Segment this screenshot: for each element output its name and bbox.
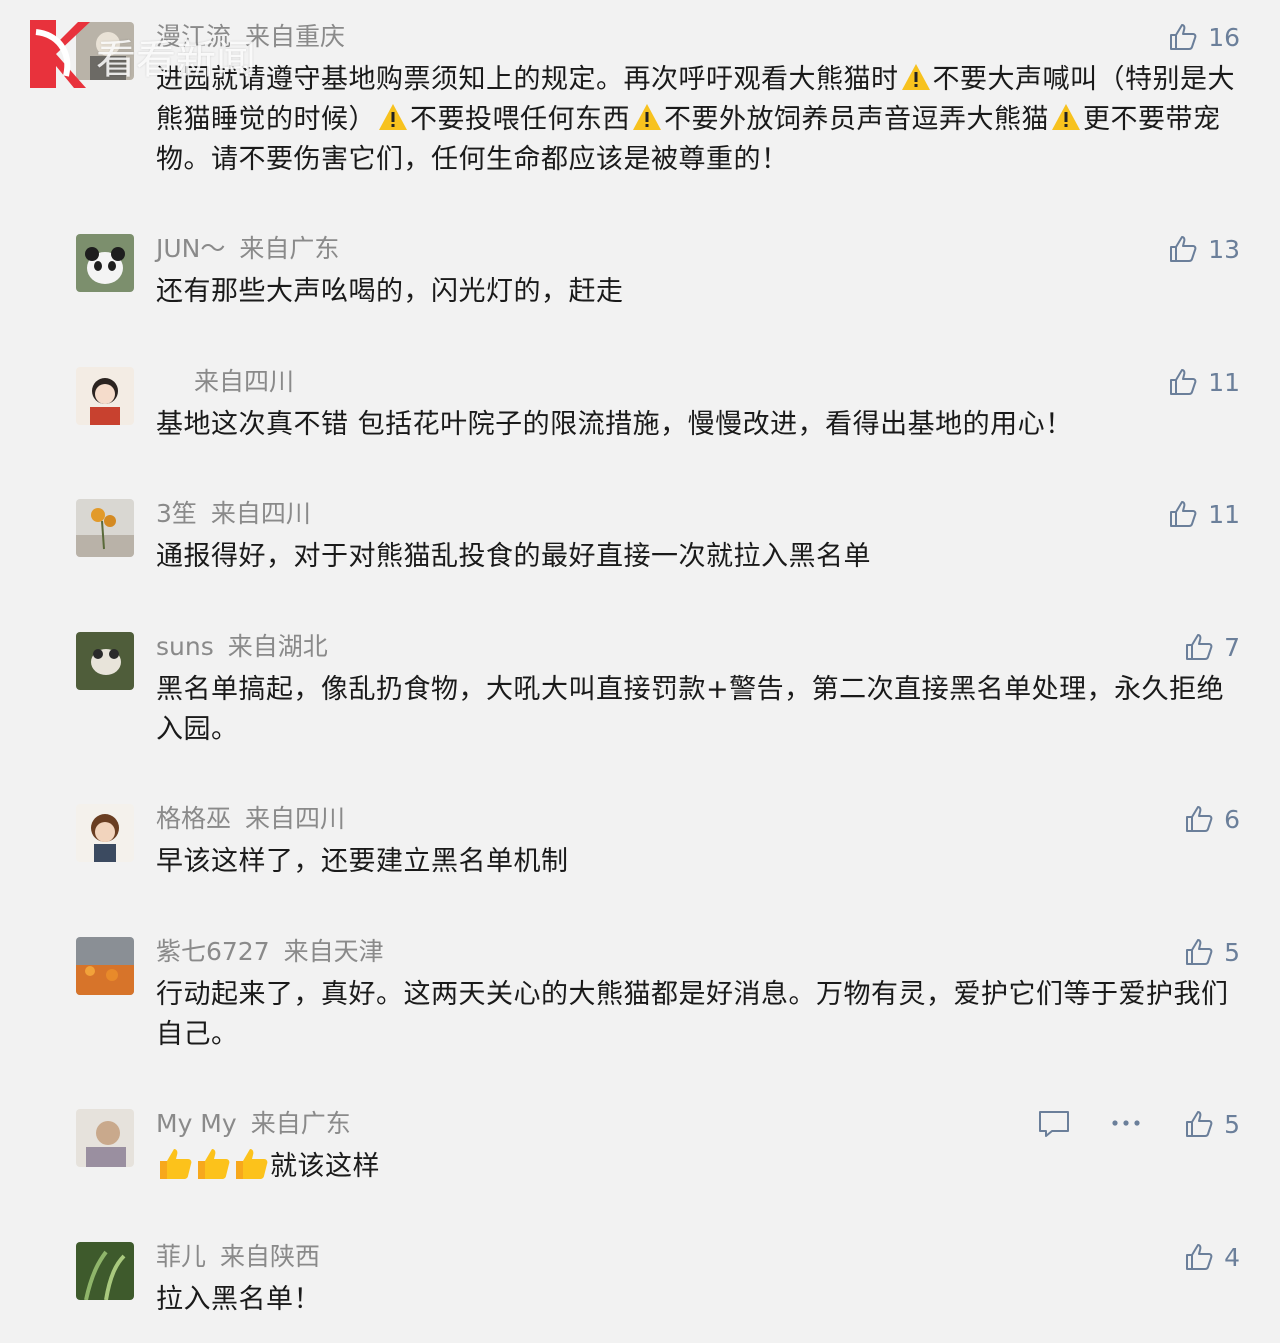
comment-meta: JUN～ 来自广东	[156, 232, 339, 266]
comment-text: 早该这样了，还要建立黑名单机制	[156, 846, 569, 877]
comment-text-part: 就该这样	[270, 1151, 380, 1182]
like-count: 16	[1208, 22, 1240, 52]
like-button[interactable]: 13	[1168, 232, 1240, 266]
thumbs-up-outline-icon	[1186, 634, 1213, 660]
thumbs-up-emoji	[160, 1149, 192, 1179]
comment-meta: 菲儿 来自陕西	[156, 1240, 320, 1274]
location: 来自重庆	[245, 22, 346, 51]
kankan-logo-icon	[30, 20, 90, 88]
comment-meta: 紫七6727 来自天津	[156, 935, 384, 969]
warning-icon	[633, 104, 661, 130]
watermark-text: 看看新闻	[96, 37, 256, 83]
like-button[interactable]: 7	[1184, 630, 1240, 664]
username[interactable]: 菲儿	[156, 1242, 206, 1271]
comment-text: 黑名单搞起，像乱扔食物，大吼大叫直接罚款+警告，第二次直接黑名单处理，永久拒绝入…	[156, 674, 1225, 745]
avatar[interactable]	[76, 937, 134, 995]
thumbs-up-outline-icon	[1186, 1244, 1213, 1270]
thumbs-up-outline-icon	[1170, 236, 1197, 262]
comment-text-part: 进园就请遵守基地购票须知上的规定。再次呼吁观看大熊猫时	[156, 64, 899, 95]
location: 来自四川	[245, 804, 346, 833]
warning-icon	[901, 64, 930, 90]
like-button[interactable]: 4	[1184, 1240, 1240, 1274]
warning-icon	[379, 104, 407, 130]
thumbs-up-emoji	[198, 1149, 230, 1179]
like-count: 7	[1224, 632, 1240, 662]
like-button[interactable]: 6	[1184, 802, 1240, 836]
thumbs-up-outline-icon	[1186, 939, 1213, 965]
like-count: 4	[1224, 1242, 1240, 1272]
username[interactable]: 3笙	[156, 499, 197, 528]
location: 来自四川	[194, 367, 295, 396]
username[interactable]: suns	[156, 632, 214, 661]
comment-meta: 3笙 来自四川	[156, 497, 311, 531]
comment-meta: My My 来自广东	[156, 1107, 351, 1141]
thumbs-up-outline-icon	[1186, 1111, 1213, 1137]
like-button[interactable]: 5	[1184, 935, 1240, 969]
location: 来自广东	[250, 1109, 351, 1138]
username[interactable]: 紫七6727	[156, 937, 270, 966]
thumbs-up-outline-icon	[1170, 501, 1197, 527]
comment-text: 就该这样	[156, 1147, 1251, 1187]
kankan-watermark: 看看新闻	[26, 14, 256, 94]
comment-text-part: 不要投喂任何东西	[410, 104, 630, 135]
comment-meta: 来自四川	[156, 365, 294, 399]
location: 来自天津	[283, 937, 384, 966]
comment-meta: suns 来自湖北	[156, 630, 328, 664]
location: 来自陕西	[220, 1242, 321, 1271]
location: 来自广东	[239, 234, 340, 263]
like-count: 5	[1224, 937, 1240, 967]
username[interactable]: My My	[156, 1109, 237, 1138]
like-count: 11	[1208, 367, 1240, 397]
like-button[interactable]: 11	[1168, 497, 1240, 531]
avatar[interactable]	[76, 1242, 134, 1300]
comment-text: 行动起来了，真好。这两天关心的大熊猫都是好消息。万物有灵，爱护它们等于爱护我们自…	[156, 979, 1229, 1050]
avatar[interactable]	[76, 632, 134, 690]
like-button[interactable]: 16	[1168, 20, 1240, 54]
more-icon[interactable]	[1110, 1115, 1142, 1131]
like-count: 5	[1224, 1109, 1240, 1139]
comment-text-part: 不要外放饲养员声音逗弄大熊猫	[664, 104, 1049, 135]
avatar[interactable]	[76, 804, 134, 862]
avatar[interactable]	[76, 367, 134, 425]
like-count: 11	[1208, 499, 1240, 529]
thumbs-up-emoji	[236, 1149, 268, 1179]
comment-meta: 格格巫 来自四川	[156, 802, 345, 836]
avatar[interactable]	[76, 1109, 134, 1167]
like-count: 13	[1208, 234, 1240, 264]
comment-text: 通报得好，对于对熊猫乱投食的最好直接一次就拉入黑名单	[156, 541, 871, 572]
like-button[interactable]: 11	[1168, 365, 1240, 399]
username[interactable]: 格格巫	[156, 804, 231, 833]
like-count: 6	[1224, 804, 1240, 834]
thumbs-up-outline-icon	[1170, 24, 1197, 50]
comment-text: 进园就请遵守基地购票须知上的规定。再次呼吁观看大熊猫时 不要大声喊叫（特别是大熊猫…	[156, 60, 1251, 180]
comment-text: 还有那些大声吆喝的，闪光灯的，赶走	[156, 276, 624, 307]
warning-icon	[1052, 104, 1080, 130]
location: 来自湖北	[227, 632, 328, 661]
avatar[interactable]	[76, 499, 134, 557]
avatar[interactable]	[76, 234, 134, 292]
comment-text: 基地这次真不错 包括花叶院子的限流措施，慢慢改进，看得出基地的用心！	[156, 409, 1073, 440]
username[interactable]: JUN～	[156, 234, 225, 263]
thumbs-up-outline-icon	[1170, 369, 1197, 395]
thumbs-up-outline-icon	[1186, 806, 1213, 832]
like-button[interactable]: 5	[1184, 1107, 1240, 1141]
reply-icon[interactable]	[1038, 1109, 1070, 1139]
location: 来自四川	[210, 499, 311, 528]
comment-text: 拉入黑名单！	[156, 1284, 321, 1315]
